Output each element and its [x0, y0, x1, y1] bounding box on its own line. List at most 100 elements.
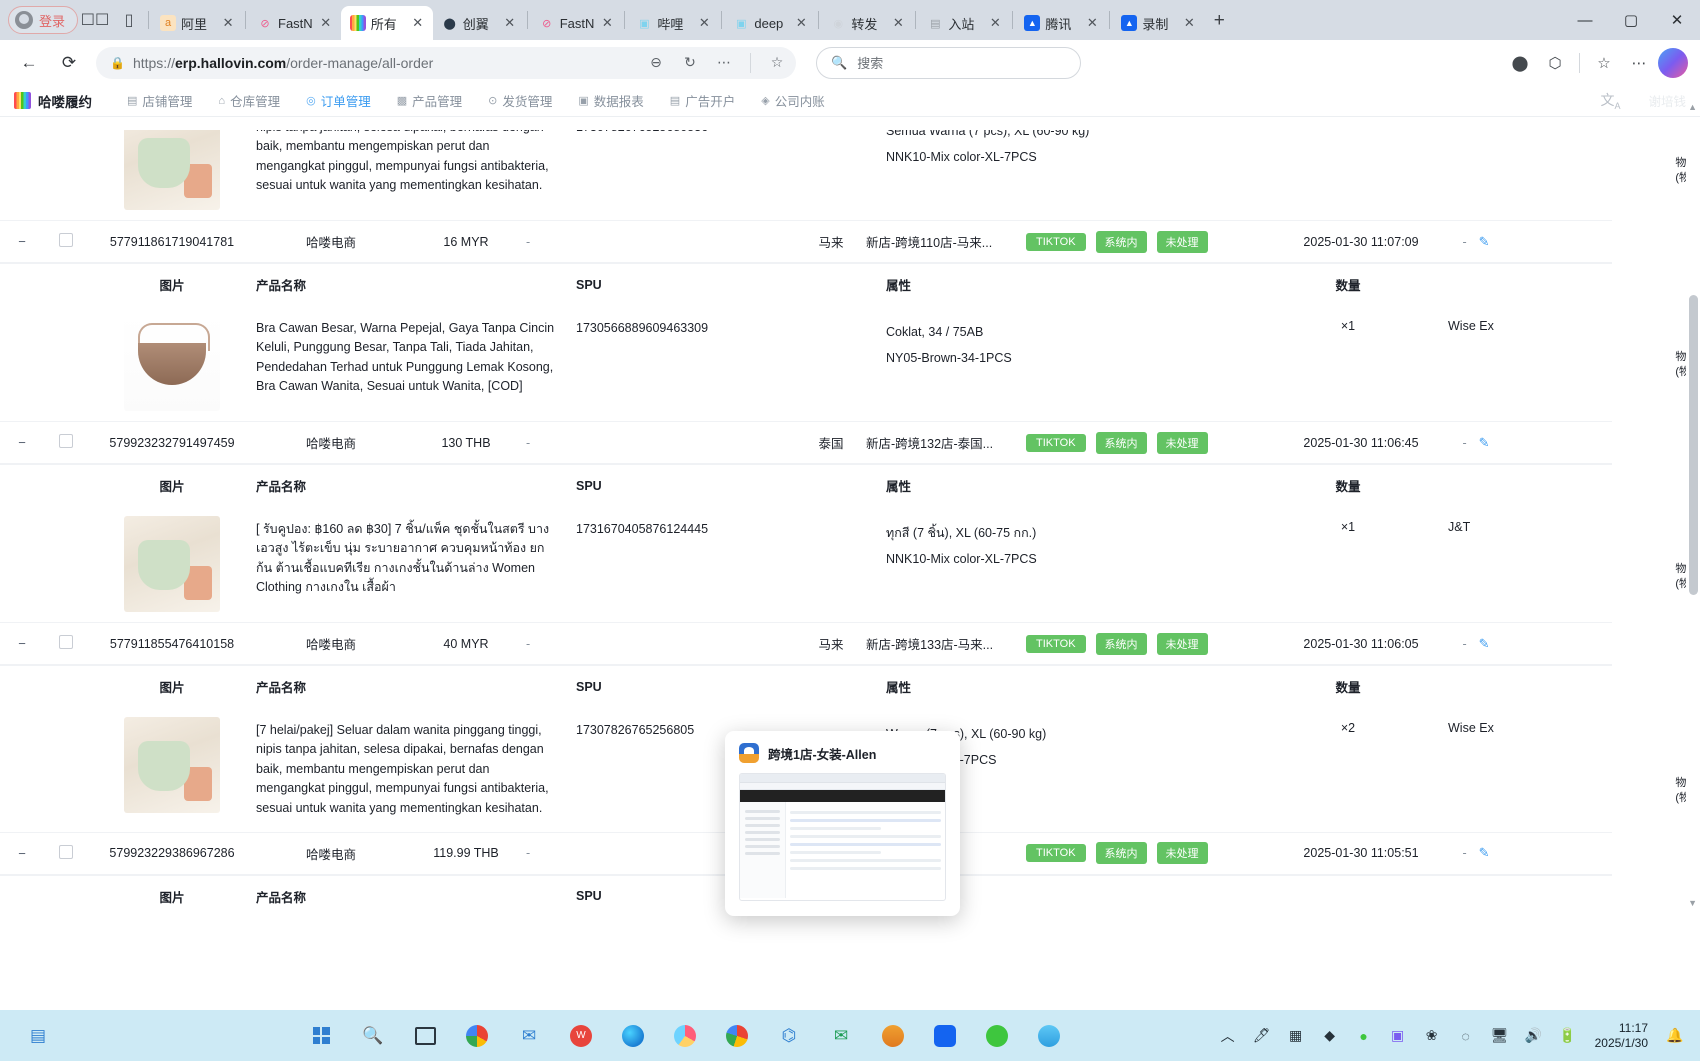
display-icon[interactable]: 🖥 — [1485, 1019, 1515, 1053]
row-checkbox-cell[interactable] — [44, 434, 88, 451]
tab-close-icon[interactable]: ✕ — [502, 15, 518, 31]
scroll-down-arrow[interactable]: ▼ — [1688, 898, 1697, 908]
start-button[interactable] — [301, 1016, 341, 1056]
browser-tab-3[interactable]: ⬤ 创翼 ✕ — [433, 6, 525, 40]
cloud-app-icon[interactable] — [1029, 1016, 1069, 1056]
order-row[interactable]: − 579923232791497459 哈喽电商 130 THB - 泰国 新… — [0, 422, 1612, 464]
translate-icon[interactable]: 文A — [1600, 90, 1620, 111]
tab-close-icon[interactable]: ✕ — [1084, 15, 1100, 31]
tab-close-icon[interactable]: ✕ — [890, 15, 906, 31]
browser-tab-4[interactable]: ⊘ FastN ✕ — [530, 6, 623, 40]
product-thumbnail[interactable] — [124, 717, 220, 813]
tray-green-icon[interactable]: ● — [1349, 1019, 1379, 1053]
nav-item-store-manage[interactable]: ▤ 店铺管理 — [114, 85, 205, 117]
minimize-button[interactable]: — — [1562, 0, 1608, 40]
page-scrollbar-thumb[interactable] — [1689, 295, 1698, 595]
new-tab-button[interactable]: + — [1204, 6, 1234, 36]
close-window-button[interactable]: ✕ — [1654, 0, 1700, 40]
login-button[interactable]: 登录 — [8, 6, 79, 34]
wechat-icon[interactable] — [977, 1016, 1017, 1056]
tray-pen-icon[interactable]: 🖊 — [1247, 1019, 1277, 1053]
row-checkbox[interactable] — [59, 434, 73, 448]
tray-purple-icon[interactable]: ▣ — [1383, 1019, 1413, 1053]
order-row[interactable]: − 577911861719041781 哈喽电商 16 MYR - 马来 新店… — [0, 221, 1612, 263]
search-box[interactable]: 🔍 搜索 — [816, 46, 1081, 79]
chrome-canary-icon[interactable] — [717, 1016, 757, 1056]
notifications-icon[interactable]: 🔔 — [1660, 1019, 1690, 1053]
erp-app-icon[interactable] — [873, 1016, 913, 1056]
tray-circle-icon[interactable]: ◌ — [1451, 1019, 1481, 1053]
browser-tab-10[interactable]: ▲ 录制 ✕ — [1112, 6, 1204, 40]
row-expander-icon[interactable]: − — [0, 636, 44, 651]
browser-tab-5[interactable]: ▣ 哔哩 ✕ — [627, 6, 719, 40]
nav-item-data-report[interactable]: ▣ 数据报表 — [565, 85, 656, 117]
tab-collections-icon[interactable]: ☐☐ — [78, 4, 112, 36]
battery-icon[interactable]: 🔋 — [1553, 1019, 1583, 1053]
edit-pencil-icon[interactable]: ✎ — [1479, 845, 1490, 861]
order-store[interactable]: 新店-跨境133店-马来... — [866, 634, 1026, 653]
volume-icon[interactable]: 🔊 — [1519, 1019, 1549, 1053]
nav-item-product-manage[interactable]: ▩ 产品管理 — [384, 85, 475, 117]
wps-icon[interactable]: W — [561, 1016, 601, 1056]
task-view-icon[interactable]: ▤ — [18, 1016, 58, 1056]
zoom-out-icon[interactable]: ⊖ — [643, 50, 669, 76]
mail-client-icon[interactable]: ✉ — [821, 1016, 861, 1056]
task-view-button[interactable] — [405, 1016, 445, 1056]
tab-close-icon[interactable]: ✕ — [220, 15, 236, 31]
browser-tab-2-active[interactable]: 所有 ✕ — [340, 6, 433, 40]
taskbar-clock[interactable]: 11:17 2025/1/30 — [1587, 1021, 1656, 1051]
row-checkbox-cell[interactable] — [44, 844, 88, 862]
product-thumbnail[interactable] — [124, 516, 220, 612]
nav-item-order-manage[interactable]: ◎ 订单管理 — [293, 85, 384, 117]
nav-item-ad-account[interactable]: ▤ 广告开户 — [657, 85, 748, 117]
settings-more-icon[interactable]: ⋯ — [1623, 47, 1655, 79]
order-store[interactable]: 新店-跨境110店-马来... — [866, 232, 1026, 251]
row-expander-icon[interactable]: − — [0, 846, 44, 861]
row-expander-icon[interactable]: − — [0, 234, 44, 249]
tab-close-icon[interactable]: ✕ — [318, 15, 334, 31]
scroll-up-arrow[interactable]: ▲ — [1688, 102, 1697, 112]
tab-close-icon[interactable]: ✕ — [410, 15, 426, 31]
mail-icon[interactable]: ✉ — [509, 1016, 549, 1056]
browser-tab-8[interactable]: ▤ 入站 ✕ — [918, 6, 1010, 40]
browser-tab-1[interactable]: ⊘ FastN ✕ — [248, 6, 341, 40]
app-brand[interactable]: 哈喽履约 — [14, 91, 92, 111]
nav-item-shipping-manage[interactable]: ⊙ 发货管理 — [475, 85, 565, 117]
edit-pencil-icon[interactable]: ✎ — [1479, 234, 1490, 250]
address-bar[interactable]: 🔒 https://erp.hallovin.com/order-manage/… — [96, 46, 796, 79]
tab-close-icon[interactable]: ✕ — [793, 15, 809, 31]
tab-close-icon[interactable]: ✕ — [1181, 15, 1197, 31]
browser-tab-7[interactable]: ◉ 转发 ✕ — [821, 6, 913, 40]
maximize-button[interactable]: ▢ — [1608, 0, 1654, 40]
extension-dark-icon[interactable]: ⬤ — [1504, 47, 1536, 79]
network-tool-icon[interactable]: ⌬ — [769, 1016, 809, 1056]
tab-close-icon[interactable]: ✕ — [599, 15, 615, 31]
chrome-icon[interactable] — [457, 1016, 497, 1056]
browser-tab-6[interactable]: ▣ deep ✕ — [724, 6, 816, 40]
page-scrollbar-track[interactable]: ▲ ▼ — [1686, 102, 1700, 910]
row-checkbox[interactable] — [59, 635, 73, 649]
tray-expand-icon[interactable]: ︿ — [1213, 1019, 1243, 1053]
tab-close-icon[interactable]: ✕ — [987, 15, 1003, 31]
browser-tab-0[interactable]: a 阿里 ✕ — [151, 6, 243, 40]
tray-shield-icon[interactable]: ◆ — [1315, 1019, 1345, 1053]
refresh-loop-icon[interactable]: ↻ — [677, 50, 703, 76]
row-checkbox-cell[interactable] — [44, 233, 88, 250]
copilot-icon[interactable] — [1658, 47, 1688, 78]
row-expander-icon[interactable]: − — [0, 435, 44, 450]
edge-icon[interactable] — [613, 1016, 653, 1056]
order-store[interactable]: 新店-跨境132店-泰国... — [866, 433, 1026, 452]
edit-pencil-icon[interactable]: ✎ — [1479, 435, 1490, 451]
order-row[interactable]: − 577911855476410158 哈喽电商 40 MYR - 马来 新店… — [0, 623, 1612, 665]
user-name[interactable]: 谢培钱 — [1648, 91, 1686, 110]
row-checkbox[interactable] — [59, 233, 73, 247]
edit-pencil-icon[interactable]: ✎ — [1479, 636, 1490, 652]
chrome-beta-icon[interactable] — [665, 1016, 705, 1056]
reload-button[interactable]: ⟳ — [52, 46, 86, 80]
tray-app-icon[interactable]: ▦ — [1281, 1019, 1311, 1053]
back-button[interactable]: ← — [12, 46, 46, 80]
product-thumbnail[interactable] — [124, 130, 220, 210]
tencent-meeting-icon[interactable] — [925, 1016, 965, 1056]
favorite-star-icon[interactable]: ☆ — [764, 50, 790, 76]
row-checkbox-cell[interactable] — [44, 635, 88, 652]
